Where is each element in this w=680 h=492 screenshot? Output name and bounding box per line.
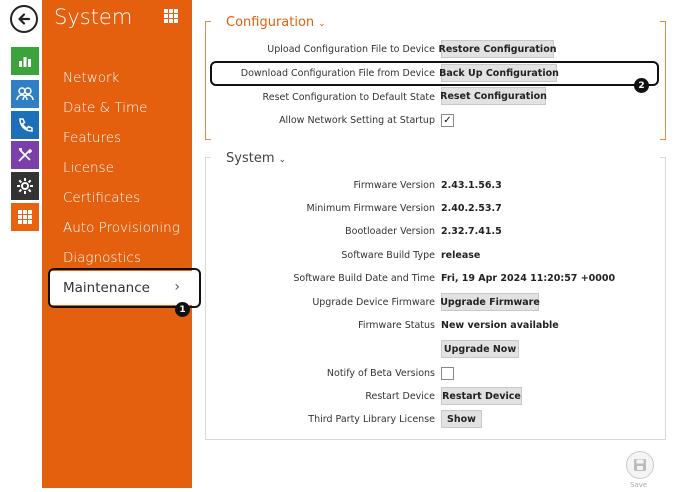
upgrade-now-button[interactable]: Upgrade Now (441, 340, 519, 358)
restore-configuration-button[interactable]: Restore Configuration (439, 40, 556, 58)
system-grid-icon[interactable] (11, 203, 39, 231)
allow-network-setting-checkbox[interactable]: ✓ (441, 114, 454, 127)
system-title-text: System (226, 151, 275, 166)
show-license-button[interactable]: Show (441, 410, 482, 428)
reset-config-label: Reset Configuration to Default State (262, 92, 435, 103)
download-config-label: Download Configuration File from Device (240, 68, 435, 79)
build-date-value: Fri, 19 Apr 2024 11:20:57 +0000 (441, 273, 616, 284)
icon-rail (0, 0, 42, 492)
build-date-label: Software Build Date and Time (293, 273, 435, 284)
build-type-value: release (441, 250, 481, 261)
chevron-down-icon: ⌄ (278, 155, 287, 165)
restart-device-button[interactable]: Restart Device (441, 387, 522, 405)
configuration-title-text: Configuration (226, 15, 315, 30)
system-section (205, 157, 666, 440)
sidebar-item-network[interactable]: Network (63, 70, 119, 86)
allow-network-setting-label: Allow Network Setting at Startup (279, 115, 435, 126)
restart-device-label: Restart Device (365, 391, 435, 402)
beta-versions-label: Notify of Beta Versions (326, 368, 435, 379)
sidebar-item-diagnostics[interactable]: Diagnostics (63, 250, 141, 266)
firmware-status-value: New version available (441, 320, 559, 331)
reset-configuration-button[interactable]: Reset Configuration (440, 87, 547, 105)
system-sidebar: System Network Date & Time Features Lice… (42, 0, 194, 488)
third-party-license-label: Third Party Library License (308, 414, 435, 425)
settings-gear-icon[interactable] (11, 172, 39, 200)
sidebar-item-certificates[interactable]: Certificates (63, 190, 140, 206)
grid-menu-icon[interactable] (164, 9, 178, 23)
upgrade-firmware-button[interactable]: Upgrade Firmware (440, 293, 540, 311)
min-firmware-label: Minimum Firmware Version (306, 203, 435, 214)
sidebar-item-date-time[interactable]: Date & Time (63, 100, 147, 116)
upgrade-firmware-label: Upgrade Device Firmware (312, 297, 435, 308)
save-label: Save (630, 481, 648, 489)
bootloader-value: 2.32.7.41.5 (441, 226, 502, 237)
min-firmware-value: 2.40.2.53.7 (441, 203, 502, 214)
bootloader-label: Bootloader Version (345, 226, 435, 237)
system-section-title[interactable]: System ⌄ (226, 151, 286, 166)
sidebar-item-auto-provisioning[interactable]: Auto Provisioning (63, 220, 180, 236)
upload-config-label: Upload Configuration File to Device (267, 44, 435, 55)
hardware-tools-icon[interactable] (11, 141, 39, 169)
status-chart-icon[interactable] (11, 47, 39, 75)
callout-badge-2: 2 (634, 78, 649, 93)
save-button[interactable] (626, 451, 654, 479)
sidebar-title: System (54, 5, 133, 29)
beta-versions-checkbox[interactable] (441, 367, 454, 380)
firmware-version-value: 2.43.1.56.3 (441, 180, 502, 191)
firmware-version-label: Firmware Version (353, 180, 436, 191)
callout-badge-1: 1 (175, 302, 190, 317)
save-disk-icon (634, 459, 646, 471)
back-arrow-icon[interactable] (10, 5, 38, 33)
phone-icon[interactable] (11, 111, 39, 139)
directory-icon[interactable] (11, 80, 39, 108)
sidebar-item-license[interactable]: License (63, 160, 114, 176)
configuration-section-title[interactable]: Configuration ⌄ (226, 15, 326, 30)
build-type-label: Software Build Type (341, 250, 435, 261)
chevron-down-icon: ⌄ (318, 19, 326, 29)
back-up-configuration-button[interactable]: Back Up Configuration (439, 64, 559, 82)
firmware-status-label: Firmware Status (358, 320, 435, 331)
sidebar-item-features[interactable]: Features (63, 130, 121, 146)
